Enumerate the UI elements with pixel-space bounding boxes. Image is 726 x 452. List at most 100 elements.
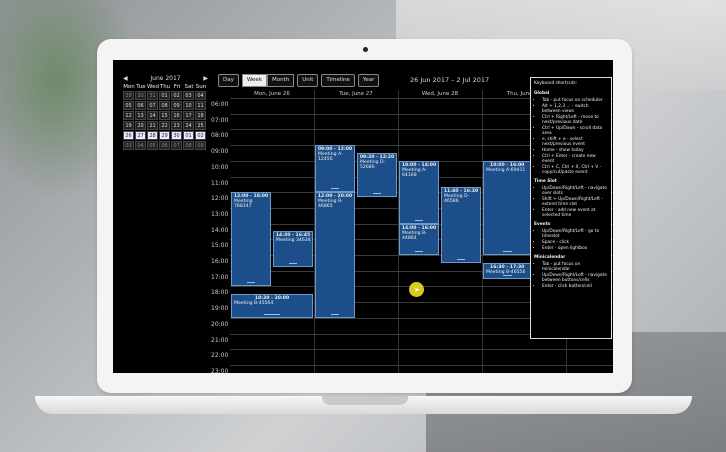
event-title: Meeting D-46586 (444, 193, 470, 204)
event-resize-handle[interactable] (247, 282, 255, 284)
event-time: 10:00 - 14:00 (401, 162, 437, 168)
event-resize-handle[interactable] (415, 219, 423, 221)
minicalendar-day[interactable]: 01 (159, 91, 170, 100)
event-block[interactable]: 14:30 - 16:45 Meeting 34634 (273, 231, 313, 267)
hour-label: 11:00 (211, 179, 229, 187)
event-block[interactable]: 12:00 - 18:00 Meeting 788347 (231, 192, 271, 287)
event-resize-handle[interactable] (331, 313, 339, 315)
minicalendar-day[interactable]: 09 (195, 141, 206, 150)
minicalendar-day[interactable]: 13 (135, 111, 146, 120)
next-month-icon[interactable]: ▶ (203, 75, 208, 82)
event-resize-handle[interactable] (264, 313, 280, 315)
minicalendar-day[interactable]: 21 (147, 121, 158, 130)
tab-week[interactable]: Week (241, 74, 267, 87)
event-block[interactable]: 14:00 - 16:00 Meeting B-44864 (399, 223, 439, 255)
shortcut-item: Enter - click button/cell (542, 284, 608, 289)
minicalendar-day[interactable]: 10 (183, 101, 194, 110)
day-header: Mon, June 26 (254, 91, 290, 97)
tab-year[interactable]: Year (357, 74, 380, 87)
minicalendar-day[interactable]: 14 (147, 111, 158, 120)
shortcuts-list: Tab - put focus on schedulerAlt + 1,2,3 … (534, 98, 608, 175)
event-block[interactable]: 09:00 - 12:00 Meeting A-12456 (315, 145, 355, 193)
minicalendar-day[interactable]: 27 (135, 131, 146, 140)
hour-label: 07:00 (211, 116, 229, 124)
minicalendar-day[interactable]: 19 (123, 121, 134, 130)
minicalendar-day[interactable]: 04 (135, 141, 146, 150)
shortcuts-list: Tab - put focus on minicalendarUp/Down/R… (534, 262, 608, 289)
minicalendar-day[interactable]: 29 (159, 131, 170, 140)
minicalendar-day[interactable]: 07 (147, 101, 158, 110)
shortcuts-section-title: Time Slot (534, 179, 557, 184)
minicalendar-day[interactable]: 30 (135, 91, 146, 100)
cursor-arrow-icon: ➤ (414, 286, 420, 294)
event-resize-handle[interactable] (415, 250, 423, 252)
hour-label: 10:00 (211, 163, 229, 171)
minicalendar-day[interactable]: 09 (171, 101, 182, 110)
minicalendar-day[interactable]: 28 (147, 131, 158, 140)
event-resize-handle[interactable] (331, 188, 339, 190)
minicalendar-day[interactable]: 24 (183, 121, 194, 130)
event-resize-handle[interactable] (502, 250, 512, 252)
event-resize-handle[interactable] (373, 193, 381, 195)
minicalendar-day[interactable]: 18 (195, 111, 206, 120)
hour-label: 22:00 (211, 352, 229, 360)
minicalendar-day[interactable]: 26 (123, 131, 134, 140)
shortcuts-panel: Keyboard shortcuts: Global Tab - put focu… (530, 77, 612, 339)
minicalendar-day[interactable]: 31 (147, 91, 158, 100)
event-block[interactable]: 12:00 - 20:00 Meeting B-46865 (315, 192, 355, 318)
minicalendar-day[interactable]: 05 (147, 141, 158, 150)
date-range: 26 Jun 2017 – 2 Jul 2017 (410, 76, 490, 84)
event-resize-handle[interactable] (502, 274, 512, 276)
tab-unit[interactable]: Unit (297, 74, 319, 87)
day-header: Wed, June 28 (421, 91, 459, 97)
hour-label: 16:00 (211, 258, 229, 265)
minicalendar-day[interactable]: 15 (159, 111, 170, 120)
minicalendar-day[interactable]: 04 (195, 91, 206, 100)
event-block[interactable]: 16:30 - 17:30 Meeting B-46556 (483, 262, 532, 279)
minicalendar-day[interactable]: 05 (123, 101, 134, 110)
minicalendar-day[interactable]: 06 (135, 101, 146, 110)
minicalendar-day[interactable]: 07 (171, 141, 182, 150)
minicalendar-day[interactable]: 12 (123, 111, 134, 120)
minicalendar-day[interactable]: 23 (171, 121, 182, 130)
minicalendar-day[interactable]: 08 (159, 101, 170, 110)
event-block[interactable]: 18:30 - 20:00 Meeting B-45564 (231, 294, 313, 318)
minicalendar-day[interactable]: 03 (183, 91, 194, 100)
minicalendar-day[interactable]: 03 (123, 141, 134, 150)
event-time: 14:00 - 16:00 (401, 225, 437, 231)
minicalendar-day[interactable]: 01 (183, 131, 194, 140)
minicalendar-day[interactable]: 08 (183, 141, 194, 150)
minicalendar-day[interactable]: 29 (123, 91, 134, 100)
prev-month-icon[interactable]: ◀ (123, 75, 128, 82)
minicalendar-day[interactable]: 11 (195, 101, 206, 110)
event-block[interactable]: 10:00 - 16:00 Meeting A-69411 (483, 160, 532, 255)
event-title: Meeting B-45564 (234, 301, 274, 307)
event-block[interactable]: 09:30 - 12:20 Meeting D-52686 (357, 152, 397, 198)
event-title: Meeting 788347 (234, 199, 253, 210)
camera-icon (363, 47, 368, 52)
minicalendar-weekdays: Mon Tue Wed Thu Fri Sat Sun (123, 83, 208, 91)
hour-label: 14:00 (211, 226, 229, 234)
minicalendar-day[interactable]: 02 (195, 131, 206, 140)
minicalendar-day[interactable]: 20 (135, 121, 146, 130)
shortcut-item: Up/Down/Right/Left - navigate over slots (542, 186, 608, 196)
minicalendar-day[interactable]: 22 (159, 121, 170, 130)
minicalendar-day[interactable]: 17 (183, 111, 194, 120)
event-title: Meeting A-64168 (402, 167, 427, 178)
tab-timeline[interactable]: Timeline (321, 74, 355, 87)
event-resize-handle[interactable] (457, 258, 465, 260)
minicalendar-day[interactable]: 25 (195, 121, 206, 130)
shortcuts-list: Up/Down/Right/Left - go to timeslotSpace… (534, 229, 608, 251)
tab-month[interactable]: Month (266, 74, 295, 87)
event-title: Meeting A-69411 (486, 167, 526, 173)
shortcut-item: Shift + Up/Down/Right/Left - extend time… (542, 197, 608, 207)
tab-day[interactable]: Day (218, 74, 239, 87)
hour-label: 06:00 (211, 101, 229, 108)
minicalendar-day[interactable]: 16 (171, 111, 182, 120)
event-block[interactable]: 10:00 - 14:00 Meeting A-64168 (399, 160, 439, 224)
minicalendar-day[interactable]: 30 (171, 131, 182, 140)
minicalendar-day[interactable]: 02 (171, 91, 182, 100)
event-resize-handle[interactable] (289, 262, 297, 264)
event-block[interactable]: 11:40 - 16:30 Meeting D-46586 (441, 186, 481, 263)
minicalendar-day[interactable]: 06 (159, 141, 170, 150)
